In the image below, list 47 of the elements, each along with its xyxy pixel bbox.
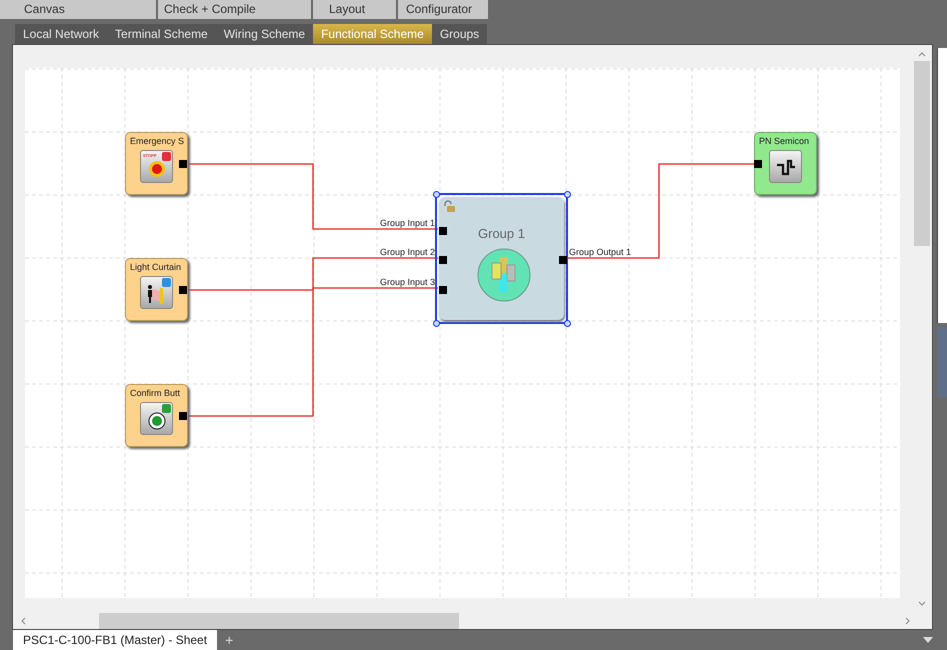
port-label: Group Output 1: [569, 247, 632, 257]
menu-tab[interactable]: Canvas: [0, 0, 158, 19]
menu-tab[interactable]: Configurator: [398, 0, 490, 19]
block-title: Emergency S: [130, 136, 186, 146]
port[interactable]: [179, 286, 187, 294]
port-label: Group Input 1: [378, 218, 435, 228]
sheet-tab[interactable]: PSC1-C-100-FB1 (Master) - Sheet: [13, 630, 218, 650]
block-title: Light Curtain: [130, 262, 182, 272]
port[interactable]: [439, 286, 447, 294]
scroll-left-icon[interactable]: [19, 616, 27, 624]
view-tab[interactable]: Groups: [432, 24, 488, 44]
port-label: Group Input 2: [378, 247, 435, 257]
port[interactable]: [754, 160, 762, 168]
block-title: Confirm Butt: [130, 388, 182, 398]
block-title: PN Semicon: [759, 136, 810, 146]
view-tab[interactable]: Local Network: [15, 24, 108, 44]
view-tab[interactable]: Wiring Scheme: [216, 24, 314, 44]
side-panel: [937, 327, 947, 397]
push-button-icon: [147, 411, 167, 431]
resize-handle[interactable]: [564, 320, 571, 327]
add-sheet-button[interactable]: +: [217, 630, 242, 650]
signal-step-icon: [776, 157, 796, 177]
device-block[interactable]: PN Semicon: [754, 132, 817, 195]
view-tab[interactable]: Terminal Scheme: [107, 24, 216, 44]
dropdown-icon[interactable]: [923, 637, 933, 643]
device-block[interactable]: Light Curtain: [125, 258, 188, 321]
emergency-stop-icon: [147, 159, 167, 179]
resize-handle[interactable]: [433, 191, 440, 198]
group-block[interactable]: Group 1: [435, 193, 568, 324]
scroll-up-icon[interactable]: [918, 50, 926, 58]
port[interactable]: [439, 227, 447, 235]
port-label: Group Input 3: [378, 277, 435, 287]
menu-tab[interactable]: Layout: [313, 0, 398, 19]
scroll-thumb[interactable]: [914, 61, 930, 246]
resize-handle[interactable]: [564, 191, 571, 198]
menu-tab[interactable]: Check + Compile: [158, 0, 313, 19]
scroll-thumb[interactable]: [99, 612, 459, 628]
scroll-right-icon[interactable]: [904, 616, 912, 624]
port[interactable]: [179, 412, 187, 420]
port[interactable]: [439, 256, 447, 264]
device-block[interactable]: Confirm Butt: [125, 384, 188, 447]
port[interactable]: [559, 256, 567, 264]
resize-handle[interactable]: [433, 320, 440, 327]
scroll-down-icon[interactable]: [918, 600, 926, 608]
port[interactable]: [179, 160, 187, 168]
group-title: Group 1: [477, 226, 526, 241]
group-icon: [477, 248, 531, 302]
